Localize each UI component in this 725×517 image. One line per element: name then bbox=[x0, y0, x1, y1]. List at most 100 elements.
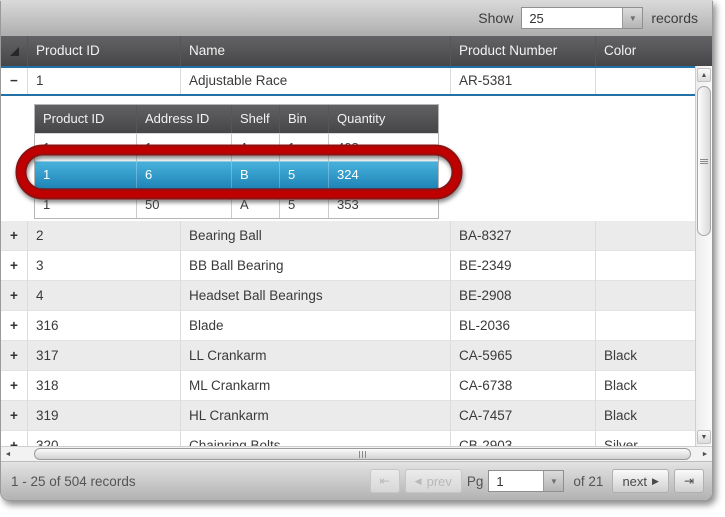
next-triangle-icon: ▶ bbox=[652, 477, 659, 486]
collapse-row-button[interactable]: − bbox=[1, 68, 28, 94]
table-row[interactable]: + 319 HL Crankarm CA-7457 Black bbox=[1, 401, 695, 431]
table-row[interactable]: + 4 Headset Ball Bearings BE-2908 bbox=[1, 281, 695, 311]
subgrid-column-bin[interactable]: Bin bbox=[280, 105, 329, 133]
subgrid-column-address-id[interactable]: Address ID bbox=[137, 105, 232, 133]
vertical-scrollbar-thumb[interactable] bbox=[697, 86, 711, 236]
expand-row-button[interactable]: + bbox=[1, 311, 28, 341]
page-select-dropdown[interactable]: 1 ▼ bbox=[488, 470, 564, 492]
cell-name: HL Crankarm bbox=[181, 401, 451, 431]
expand-row-button[interactable]: + bbox=[1, 251, 28, 281]
last-page-icon: ⇥ bbox=[684, 475, 694, 487]
scroll-up-icon[interactable]: ▲ bbox=[697, 68, 711, 82]
prev-label: prev bbox=[427, 474, 452, 489]
scroll-right-icon[interactable]: ► bbox=[699, 448, 711, 460]
cell-product-id: 320 bbox=[28, 431, 181, 446]
cell-color: Black bbox=[596, 341, 695, 371]
cell-color bbox=[596, 251, 695, 281]
screenshot-stage: Show 25 ▼ records Product ID Name Produc… bbox=[0, 0, 725, 517]
grid-body: − 1 Adjustable Race AR-5381 Product ID A… bbox=[1, 66, 695, 446]
cell-color bbox=[596, 281, 695, 311]
subgrid-cell: B bbox=[232, 162, 280, 188]
cell-name: BB Ball Bearing bbox=[181, 251, 451, 281]
grid-footer: 1 - 25 of 504 records ⇤ ◀ prev Pg 1 ▼ of… bbox=[1, 461, 712, 500]
table-row[interactable]: + 317 LL Crankarm CA-5965 Black bbox=[1, 341, 695, 371]
column-header-product-number[interactable]: Product Number bbox=[451, 36, 596, 66]
cell-product-number: BE-2349 bbox=[451, 251, 596, 281]
cell-product-number: CB-2903 bbox=[451, 431, 596, 446]
cell-product-id: 4 bbox=[28, 281, 181, 311]
cell-color bbox=[596, 221, 695, 251]
subgrid-row[interactable]: 1 1 A 1 408 bbox=[35, 133, 438, 161]
cell-product-id: 317 bbox=[28, 341, 181, 371]
next-label: next bbox=[622, 474, 647, 489]
scroll-down-icon[interactable]: ▼ bbox=[697, 430, 711, 444]
scroll-left-icon[interactable]: ◄ bbox=[2, 448, 14, 460]
cell-product-number: AR-5381 bbox=[451, 68, 596, 94]
cell-name: LL Crankarm bbox=[181, 341, 451, 371]
subgrid-cell: 1 bbox=[35, 191, 137, 218]
chevron-down-icon[interactable]: ▼ bbox=[543, 471, 563, 491]
cell-name: Adjustable Race bbox=[181, 68, 451, 94]
expand-row-button[interactable]: + bbox=[1, 341, 28, 371]
cell-product-id: 2 bbox=[28, 221, 181, 251]
horizontal-scrollbar[interactable]: ◄ ► bbox=[1, 446, 712, 461]
cell-name: Headset Ball Bearings bbox=[181, 281, 451, 311]
table-row-expanded[interactable]: − 1 Adjustable Race AR-5381 bbox=[1, 66, 695, 96]
subgrid-column-product-id[interactable]: Product ID bbox=[35, 105, 137, 133]
column-header-color[interactable]: Color bbox=[596, 36, 712, 66]
of-pages-label: of 21 bbox=[573, 474, 603, 489]
prev-triangle-icon: ◀ bbox=[415, 477, 422, 486]
subgrid-cell: 408 bbox=[329, 134, 438, 161]
collapse-all-header-cell[interactable] bbox=[1, 36, 28, 66]
cell-color: Black bbox=[596, 401, 695, 431]
last-page-button[interactable]: ⇥ bbox=[674, 469, 704, 493]
expand-row-button[interactable]: + bbox=[1, 281, 28, 311]
cell-name: ML Crankarm bbox=[181, 371, 451, 401]
first-page-button[interactable]: ⇤ bbox=[370, 469, 400, 493]
detail-row-area: Product ID Address ID Shelf Bin Quantity… bbox=[1, 96, 695, 221]
records-summary: 1 - 25 of 504 records bbox=[11, 474, 370, 489]
subgrid-cell: 5 bbox=[280, 191, 329, 218]
cell-name: Chainring Bolts bbox=[181, 431, 451, 446]
page-size-dropdown[interactable]: 25 ▼ bbox=[521, 7, 643, 29]
vertical-scrollbar[interactable]: ▲ ▼ bbox=[695, 66, 712, 446]
table-row-clipped[interactable]: + 320 Chainring Bolts CB-2903 Silver bbox=[1, 431, 695, 446]
subgrid-cell: 5 bbox=[280, 162, 329, 188]
pg-label: Pg bbox=[467, 474, 484, 489]
subgrid-row[interactable]: 1 50 A 5 353 bbox=[35, 190, 438, 218]
subgrid-cell: A bbox=[232, 134, 280, 161]
prev-page-button[interactable]: ◀ prev bbox=[405, 469, 462, 493]
subgrid-header-row: Product ID Address ID Shelf Bin Quantity bbox=[35, 105, 438, 133]
expand-row-button[interactable]: + bbox=[1, 221, 28, 251]
cell-name: Blade bbox=[181, 311, 451, 341]
horizontal-scrollbar-thumb[interactable] bbox=[34, 448, 691, 460]
cell-product-id: 1 bbox=[28, 68, 181, 94]
subgrid-cell: 1 bbox=[137, 134, 232, 161]
chevron-down-icon[interactable]: ▼ bbox=[622, 8, 642, 28]
subgrid-cell: 353 bbox=[329, 191, 438, 218]
pager: ⇤ ◀ prev Pg 1 ▼ of 21 next ▶ ⇥ bbox=[370, 469, 704, 493]
records-label: records bbox=[651, 10, 698, 26]
cell-product-id: 3 bbox=[28, 251, 181, 281]
expand-row-button[interactable]: + bbox=[1, 371, 28, 401]
column-header-product-id[interactable]: Product ID bbox=[28, 36, 181, 66]
expand-row-button[interactable]: + bbox=[1, 431, 28, 446]
table-row[interactable]: + 3 BB Ball Bearing BE-2349 bbox=[1, 251, 695, 281]
cell-product-number: CA-5965 bbox=[451, 341, 596, 371]
table-row[interactable]: + 318 ML Crankarm CA-6738 Black bbox=[1, 371, 695, 401]
subgrid-cell: 6 bbox=[137, 162, 232, 188]
cell-color: Black bbox=[596, 371, 695, 401]
scrollbar-grip bbox=[359, 451, 366, 458]
table-row[interactable]: + 316 Blade BL-2036 bbox=[1, 311, 695, 341]
next-page-button[interactable]: next ▶ bbox=[612, 469, 669, 493]
expand-row-button[interactable]: + bbox=[1, 401, 28, 431]
page-size-value: 25 bbox=[522, 8, 622, 28]
subgrid-column-quantity[interactable]: Quantity bbox=[329, 105, 438, 133]
column-header-name[interactable]: Name bbox=[181, 36, 451, 66]
cell-product-number: BA-8327 bbox=[451, 221, 596, 251]
table-row[interactable]: + 2 Bearing Ball BA-8327 bbox=[1, 221, 695, 251]
subgrid-column-shelf[interactable]: Shelf bbox=[232, 105, 280, 133]
cell-color: Silver bbox=[596, 431, 695, 446]
grid-header-row: Product ID Name Product Number Color bbox=[1, 36, 712, 66]
subgrid-row-selected[interactable]: 1 6 B 5 324 bbox=[35, 161, 438, 190]
